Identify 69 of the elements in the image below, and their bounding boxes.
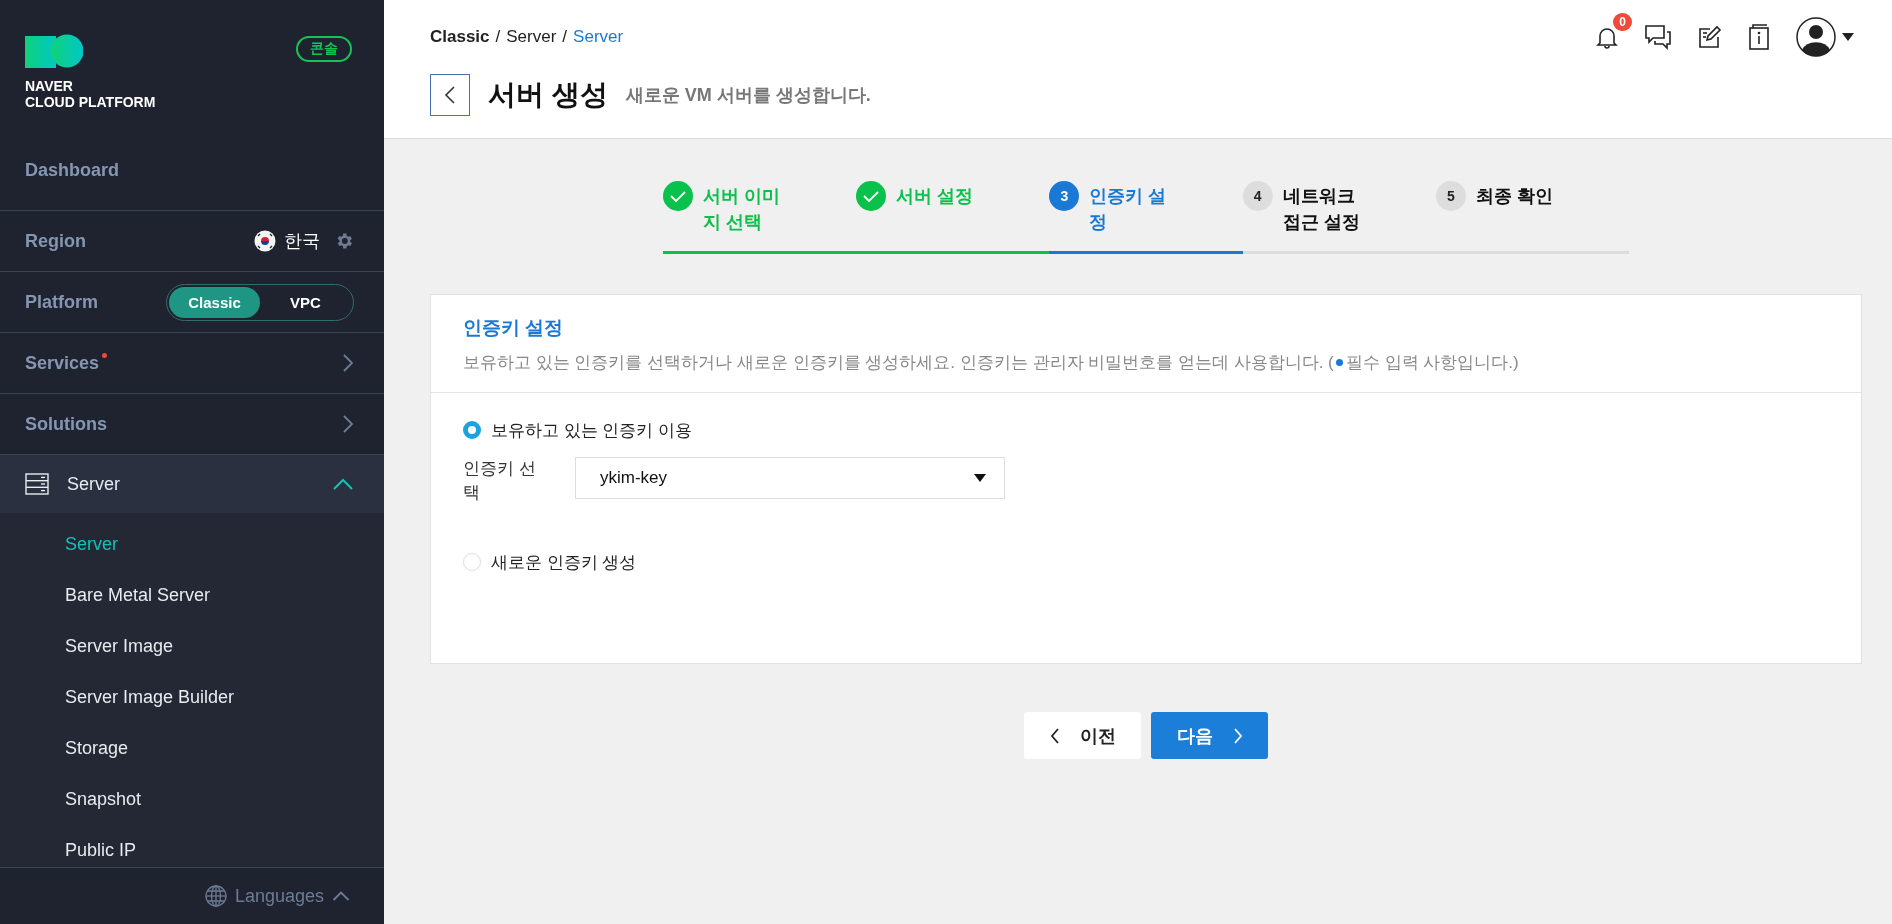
section-title: 인증키 설정: [463, 316, 565, 340]
submenu-item[interactable]: Server Image: [65, 635, 384, 657]
page-subtitle: 새로운 VM 서버를 생성합니다.: [625, 84, 871, 107]
nav-item[interactable]: Services: [25, 352, 100, 374]
step-label: 최종 확인: [1475, 185, 1554, 208]
chat-icon[interactable]: [1644, 24, 1672, 50]
logo-text: CLOUD PLATFORM: [25, 94, 156, 110]
server-menu-header[interactable]: Server: [0, 455, 384, 513]
nav-label: Platform: [25, 291, 98, 313]
step-number: 5: [1435, 181, 1466, 211]
field-label: 인증키 선택: [463, 458, 537, 504]
step-label: 인증키 설정: [1089, 185, 1168, 234]
chevron-right-icon: [1232, 726, 1243, 745]
account-menu[interactable]: [1796, 17, 1854, 57]
server-icon: [25, 473, 49, 495]
chevron-right-icon: [342, 414, 354, 434]
required-dot-icon: [1335, 359, 1343, 366]
radio-button[interactable]: [463, 421, 481, 439]
step-label: 네트워크 접근 설정: [1282, 185, 1361, 234]
caret-down-icon: [1842, 33, 1854, 41]
next-button[interactable]: 다음: [1151, 712, 1268, 759]
section-description: 보유하고 있는 인증키를 선택하거나 새로운 인증키를 생성하세요. 인증키는 관리자 비밀번호를 얻는데 사용합니다. (: [463, 352, 1334, 374]
breadcrumb-separator: /: [562, 27, 568, 47]
info-book-icon[interactable]: [1748, 24, 1770, 50]
radio-label[interactable]: 보유하고 있는 인증키 이용: [491, 418, 693, 442]
caret-down-icon: [974, 474, 986, 482]
flag-icon: [254, 230, 276, 252]
chevron-up-icon: [332, 890, 350, 902]
breadcrumb-separator: /: [495, 27, 501, 47]
nav-label: Region: [25, 230, 86, 252]
bell-icon[interactable]: [1596, 25, 1618, 49]
logo-icon: [25, 34, 83, 68]
check-circle-icon: [856, 181, 887, 211]
menu-label: Server: [67, 473, 120, 495]
key-select-dropdown[interactable]: ykim-key: [575, 457, 1005, 499]
submenu-item[interactable]: Storage: [65, 737, 384, 759]
nav-item[interactable]: Dashboard: [25, 159, 120, 181]
submenu-item[interactable]: Public IP: [65, 839, 384, 861]
required-note: 필수 입력 사항입니다.): [1345, 352, 1519, 374]
chevron-left-icon: [444, 85, 456, 105]
console-badge[interactable]: 콘솔: [296, 36, 352, 62]
radio-label[interactable]: 새로운 인증키 생성: [491, 550, 637, 574]
submenu-item[interactable]: Server: [65, 533, 384, 555]
nav-item[interactable]: Solutions: [25, 413, 107, 435]
step-label: 서버 이미지 선택: [703, 185, 781, 234]
avatar-icon: [1796, 17, 1836, 57]
previous-button[interactable]: 이전: [1024, 712, 1141, 759]
breadcrumb-link[interactable]: Server: [506, 27, 557, 47]
step-label: 서버 설정: [896, 185, 975, 208]
platform-option[interactable]: VPC: [260, 286, 351, 318]
breadcrumb-link[interactable]: Server: [573, 27, 624, 47]
back-button[interactable]: [430, 74, 470, 116]
breadcrumb-link[interactable]: Classic: [430, 27, 490, 47]
submenu-item[interactable]: Bare Metal Server: [65, 584, 384, 606]
step-number: 3: [1049, 181, 1080, 211]
check-circle-icon: [663, 181, 693, 211]
globe-icon[interactable]: [204, 885, 227, 907]
region-name[interactable]: 한국: [284, 229, 320, 253]
page-title: 서버 생성: [488, 78, 608, 112]
logo-text: NAVER: [25, 78, 74, 94]
notification-badge: 0: [1613, 13, 1632, 31]
step-number: 4: [1242, 181, 1273, 211]
chevron-left-icon: [1049, 726, 1060, 745]
chevron-right-icon: [342, 353, 354, 373]
submenu-item[interactable]: Server Image Builder: [65, 686, 384, 708]
submenu-item[interactable]: Snapshot: [65, 788, 384, 810]
platform-option[interactable]: Classic: [169, 286, 260, 318]
memo-icon[interactable]: [1698, 25, 1722, 49]
languages-link[interactable]: Languages: [234, 885, 324, 907]
